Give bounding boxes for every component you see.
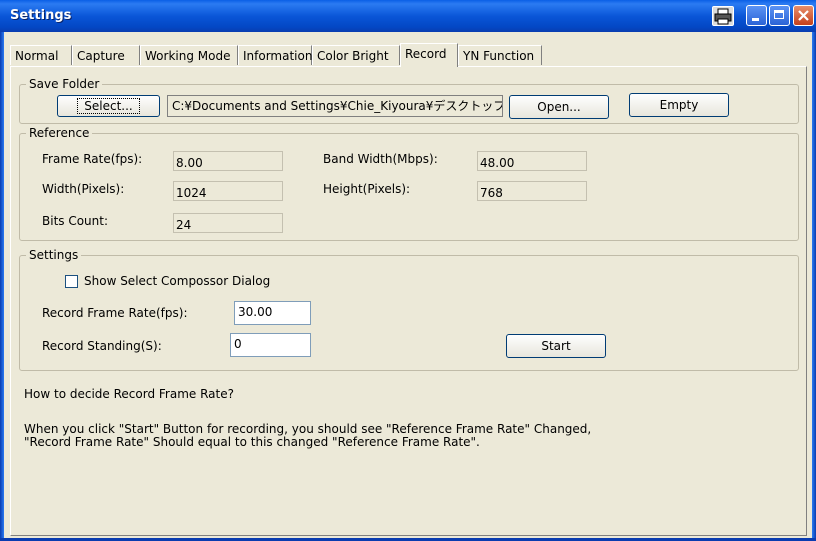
help-question: How to decide Record Frame Rate? bbox=[24, 387, 234, 401]
bits-count-label: Bits Count: bbox=[42, 214, 109, 228]
maximize-icon bbox=[774, 10, 784, 19]
reference-group: Reference Frame Rate(fps): 8.00 Band Wid… bbox=[19, 126, 799, 241]
start-button[interactable]: Start bbox=[506, 334, 606, 358]
help-line-1: When you click "Start" Button for record… bbox=[24, 422, 592, 436]
tab-yn-function[interactable]: YN Function bbox=[458, 45, 542, 65]
open-folder-button[interactable]: Open... bbox=[509, 95, 609, 119]
window-title: Settings bbox=[10, 8, 72, 23]
record-frame-rate-input[interactable]: 30.00 bbox=[234, 301, 311, 325]
window-border-left bbox=[0, 32, 4, 541]
settings-group: Settings Show Select Compossor Dialog Re… bbox=[19, 248, 799, 371]
minimize-icon bbox=[752, 18, 759, 21]
frame-rate-label: Frame Rate(fps): bbox=[42, 152, 143, 166]
start-label: Start bbox=[541, 339, 571, 353]
maximize-button[interactable] bbox=[769, 5, 790, 26]
tab-color-bright[interactable]: Color Bright bbox=[312, 45, 400, 65]
record-standing-input[interactable]: 0 bbox=[230, 333, 311, 357]
save-folder-group: Save Folder Select... C:¥Documents and S… bbox=[19, 77, 799, 124]
width-label: Width(Pixels): bbox=[42, 182, 125, 196]
show-compressor-dialog-label: Show Select Compossor Dialog bbox=[84, 274, 271, 288]
reference-legend: Reference bbox=[26, 126, 93, 140]
tab-working-mode[interactable]: Working Mode bbox=[140, 45, 238, 65]
printer-icon[interactable] bbox=[712, 6, 734, 26]
save-path-display: C:¥Documents and Settings¥Chie_Kiyoura¥デ… bbox=[167, 95, 503, 117]
tab-label: Color Bright bbox=[317, 49, 389, 63]
minimize-button[interactable] bbox=[746, 5, 767, 26]
width-value: 1024 bbox=[173, 181, 283, 201]
record-frame-rate-label: Record Frame Rate(fps): bbox=[42, 306, 188, 320]
save-folder-legend: Save Folder bbox=[26, 77, 103, 91]
bits-count-value: 24 bbox=[173, 213, 283, 233]
tab-label: YN Function bbox=[463, 49, 535, 63]
record-standing-label: Record Standing(S): bbox=[42, 339, 162, 353]
close-button[interactable] bbox=[793, 5, 814, 26]
tab-panel-record: Save Folder Select... C:¥Documents and S… bbox=[10, 66, 807, 536]
tab-information[interactable]: Information bbox=[238, 45, 312, 65]
window-border-right bbox=[812, 32, 816, 541]
empty-label: Empty bbox=[659, 98, 699, 112]
tab-label: Information bbox=[243, 49, 313, 63]
select-label: Select... bbox=[77, 98, 140, 114]
tab-capture[interactable]: Capture bbox=[72, 45, 140, 65]
empty-folder-button[interactable]: Empty bbox=[629, 93, 729, 117]
tab-record[interactable]: Record bbox=[400, 43, 458, 67]
settings-legend: Settings bbox=[26, 248, 82, 262]
frame-rate-value: 8.00 bbox=[173, 151, 283, 171]
select-folder-button[interactable]: Select... bbox=[57, 95, 160, 117]
band-width-value: 48.00 bbox=[477, 151, 587, 171]
show-compressor-dialog-checkbox[interactable] bbox=[65, 275, 78, 288]
close-icon bbox=[798, 10, 809, 21]
tab-label: Normal bbox=[15, 49, 59, 63]
band-width-label: Band Width(Mbps): bbox=[323, 152, 438, 166]
title-bar[interactable]: Settings bbox=[0, 0, 816, 32]
tab-label: Record bbox=[405, 47, 447, 61]
height-label: Height(Pixels): bbox=[323, 182, 411, 196]
tab-normal[interactable]: Normal bbox=[10, 45, 72, 65]
height-value: 768 bbox=[477, 181, 587, 201]
tab-label: Capture bbox=[77, 49, 125, 63]
help-line-2: "Record Frame Rate" Should equal to this… bbox=[24, 435, 480, 449]
tab-label: Working Mode bbox=[145, 49, 231, 63]
open-label: Open... bbox=[537, 100, 581, 114]
